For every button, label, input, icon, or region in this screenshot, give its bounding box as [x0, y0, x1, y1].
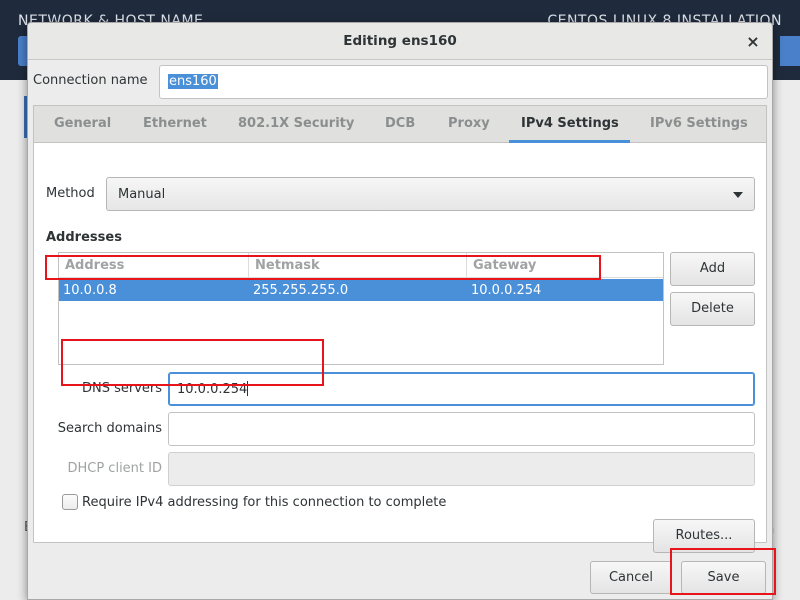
highlight-box-save-button	[670, 548, 776, 595]
table-row[interactable]: 10.0.0.8 255.255.255.0 10.0.0.254	[59, 279, 663, 301]
cell-netmask[interactable]: 255.255.255.0	[253, 283, 348, 298]
dhcp-client-id-label: DHCP client ID	[67, 461, 162, 476]
method-select[interactable]: Manual	[106, 177, 755, 211]
tab-ethernet[interactable]: Ethernet	[143, 116, 207, 131]
cell-address[interactable]: 10.0.0.8	[63, 283, 117, 298]
search-domains-label: Search domains	[57, 421, 162, 436]
method-label: Method	[46, 186, 95, 201]
installer-keyboard-indicator	[780, 36, 800, 66]
tab-proxy[interactable]: Proxy	[448, 116, 490, 131]
connection-name-selected-text: ens160	[168, 74, 218, 89]
cancel-button[interactable]: Cancel	[590, 561, 672, 594]
tab-general[interactable]: General	[54, 116, 111, 131]
settings-notebook: General Ethernet 802.1X Security DCB Pro…	[33, 105, 767, 553]
require-ipv4-label[interactable]: Require IPv4 addressing for this connect…	[82, 495, 446, 510]
close-icon[interactable]: ×	[742, 31, 764, 53]
add-address-button[interactable]: Add	[670, 252, 755, 286]
connection-name-input[interactable]: ens160	[159, 65, 768, 99]
delete-address-button[interactable]: Delete	[670, 292, 755, 326]
highlight-box-dns-servers	[61, 339, 324, 386]
active-tab-indicator	[509, 140, 630, 143]
tab-ipv4-settings[interactable]: IPv4 Settings	[521, 116, 619, 131]
tab-802-1x-security[interactable]: 802.1X Security	[238, 116, 354, 131]
dialog-title: Editing ens160	[343, 33, 457, 49]
tab-ipv6-settings[interactable]: IPv6 Settings	[650, 116, 748, 131]
highlight-box-address-row	[45, 255, 601, 280]
connection-name-label: Connection name	[33, 73, 148, 88]
chevron-down-icon	[733, 192, 743, 198]
cell-gateway[interactable]: 10.0.0.254	[471, 283, 541, 298]
addresses-heading: Addresses	[46, 230, 122, 245]
dialog-titlebar: Editing ens160 ×	[28, 23, 772, 60]
search-domains-input[interactable]	[168, 412, 755, 446]
edit-connection-dialog: Editing ens160 × Connection name ens160 …	[27, 22, 773, 600]
require-ipv4-checkbox[interactable]	[62, 494, 78, 510]
dhcp-client-id-input	[168, 452, 755, 486]
tab-bar: General Ethernet 802.1X Security DCB Pro…	[34, 106, 766, 143]
method-selected-value: Manual	[118, 187, 166, 202]
tab-dcb[interactable]: DCB	[385, 116, 415, 131]
